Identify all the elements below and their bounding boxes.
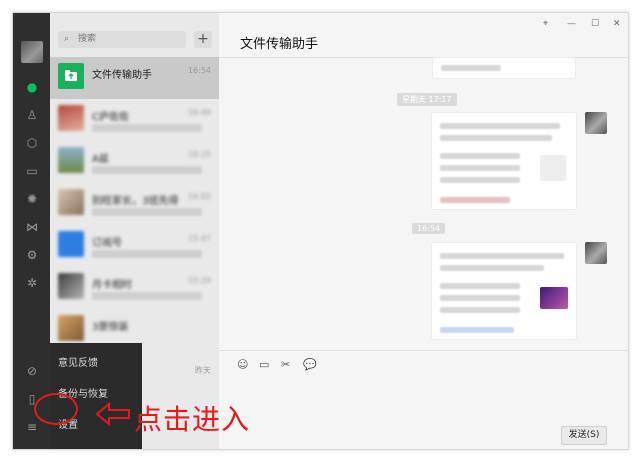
message-card[interactable] — [431, 242, 577, 340]
file-transfer-avatar — [58, 63, 84, 89]
conversation-time: 16:25 — [187, 150, 211, 159]
conversation-name: 别旺家长，3班先得 — [92, 196, 179, 207]
avatar — [58, 147, 84, 173]
conversation-name: A兹 — [92, 154, 109, 165]
avatar — [58, 105, 84, 131]
conversation-time: 16:40 — [187, 108, 211, 117]
conversation-name: C庐佐佐 — [92, 112, 129, 123]
chat-bubble-icon[interactable]: 💬 — [303, 358, 317, 371]
folder-icon[interactable]: ▭ — [259, 358, 269, 371]
sparkle-icon[interactable]: ✲ — [24, 275, 40, 291]
annotation-text: 点击进入 — [134, 403, 251, 436]
avatar — [58, 315, 84, 341]
folder-icon[interactable]: ▭ — [24, 163, 40, 179]
avatar — [58, 231, 84, 257]
message-card[interactable] — [431, 112, 577, 210]
page-title: 文件传输助手 — [240, 37, 319, 52]
highlight-circle — [34, 393, 78, 425]
search-icon: ⌕ — [64, 34, 70, 44]
list-item[interactable]: 订阅号 15:47 — [50, 225, 219, 267]
list-item[interactable]: 月卡相时 15:20 — [50, 267, 219, 309]
avatar — [585, 112, 607, 134]
mini-program-icon[interactable]: ⋈ — [24, 219, 40, 235]
avatar — [58, 189, 84, 215]
timestamp: 16:54 — [412, 223, 446, 234]
conversation-name: 订阅号 — [92, 238, 122, 249]
nav-rail: ● ♙ ⬡ ▭ ✺ ⋈ ⚙ ✲ ⊘ ▯ ≡ — [13, 13, 50, 449]
settings-gear-icon[interactable]: ⚙ — [24, 247, 40, 263]
menu-icon[interactable]: ≡ — [24, 419, 40, 435]
search-input[interactable]: ⌕ 搜索 — [58, 31, 186, 48]
add-button[interactable]: + — [194, 31, 212, 48]
conversation-time: 16:02 — [187, 192, 211, 201]
pin-icon[interactable]: ⌖ — [543, 19, 548, 29]
conversation-time: 15:20 — [187, 276, 211, 285]
conversation-name: 3景惊装 — [92, 322, 129, 333]
maximize-icon[interactable]: ☐ — [591, 19, 599, 29]
folder-icon — [65, 70, 77, 81]
search-placeholder: 搜索 — [78, 34, 97, 44]
chat-icon[interactable]: ● — [24, 79, 40, 95]
conversation-name: 月卡相时 — [92, 280, 132, 291]
list-item[interactable]: 别旺家长，3班先得 16:02 — [50, 183, 219, 225]
favorites-icon[interactable]: ⬡ — [24, 135, 40, 151]
thumbnail — [540, 287, 568, 309]
conversation-time: 昨天 — [195, 366, 211, 375]
conversation-name: 文件传输助手 — [92, 70, 152, 81]
moments-icon[interactable]: ✺ — [24, 191, 40, 207]
minimize-icon[interactable]: — — [567, 19, 576, 29]
emoji-icon[interactable]: ☺ — [237, 358, 248, 371]
contacts-icon[interactable]: ♙ — [24, 107, 40, 123]
list-item[interactable]: A兹 16:25 — [50, 141, 219, 183]
link-icon — [540, 155, 566, 181]
conversation-time: 15:47 — [187, 234, 211, 243]
timestamp: 星期天 17:17 — [397, 93, 457, 106]
list-item-file-transfer[interactable]: 文件传输助手 16:54 — [50, 57, 219, 99]
chat-panel: 文件传输助手 ⌖ — ☐ ✕ 星期天 17:17 16:54 ☺ ▭ ✂ 💬 发… — [219, 13, 628, 449]
send-button[interactable]: 发送(S) — [561, 426, 607, 445]
message-card[interactable] — [432, 57, 576, 79]
link-icon[interactable]: ⊘ — [24, 363, 40, 379]
avatar — [585, 242, 607, 264]
wechat-window: ● ♙ ⬡ ▭ ✺ ⋈ ⚙ ✲ ⊘ ▯ ≡ ⌕ 搜索 + 文件传输助手 16:5… — [12, 12, 629, 450]
avatar — [58, 273, 84, 299]
conversation-time: 16:54 — [187, 66, 211, 75]
close-icon[interactable]: ✕ — [613, 19, 621, 29]
list-item[interactable]: C庐佐佐 16:40 — [50, 99, 219, 141]
arrow-left-icon — [95, 401, 130, 427]
user-avatar[interactable] — [21, 41, 43, 63]
scissors-icon[interactable]: ✂ — [281, 358, 290, 371]
menu-item-feedback[interactable]: 意见反馈 — [58, 354, 98, 369]
